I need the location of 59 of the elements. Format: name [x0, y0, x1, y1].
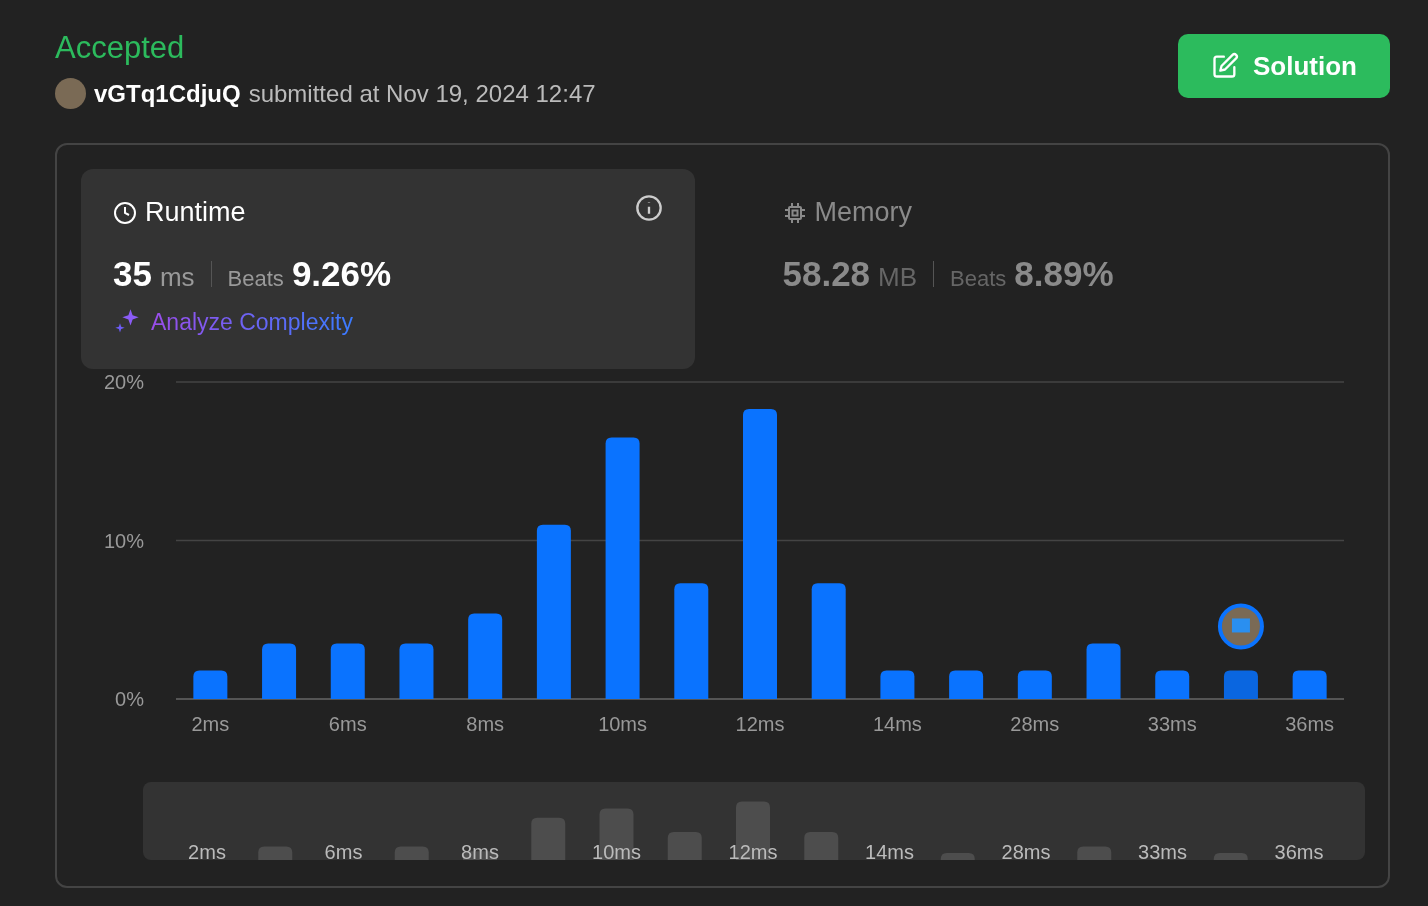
axis-label: 20%	[103, 371, 144, 393]
bar[interactable]	[811, 583, 846, 699]
axis-label: 36ms	[1285, 713, 1335, 735]
beats-label: Beats	[950, 266, 1007, 292]
bar[interactable]	[1086, 643, 1121, 699]
bar[interactable]	[1017, 670, 1052, 699]
stat-value: 35	[113, 254, 152, 294]
stat-panel[interactable]: Memory 58.28 MB Beats 8.89%	[750, 169, 1364, 369]
bar[interactable]	[262, 643, 297, 699]
solution-button[interactable]: Solution	[1178, 34, 1390, 98]
panel-title: Memory	[814, 197, 912, 228]
stat-value: 58.28	[782, 254, 871, 294]
username[interactable]: vGTq1CdjuQ	[94, 79, 241, 108]
submitted-text: submitted at Nov 19, 2024 12:47	[248, 79, 596, 108]
axis-label: 2ms	[191, 713, 230, 735]
axis-label: 10%	[103, 529, 144, 552]
avatar	[55, 78, 86, 109]
axis-label: 0%	[115, 688, 144, 710]
bar[interactable]	[949, 670, 984, 699]
beats-percent: 9.26%	[291, 254, 392, 294]
overview-label: 36ms	[1274, 841, 1324, 860]
bar[interactable]	[399, 643, 434, 699]
axis-label: 28ms	[1010, 713, 1060, 735]
bar[interactable]	[193, 670, 228, 699]
stat-panel[interactable]: Runtime 35 ms Beats 9.26% Analyze Complexity	[81, 169, 695, 369]
edit-icon	[1211, 52, 1239, 80]
panel-title: Runtime	[145, 197, 246, 228]
axis-label: 8ms	[466, 713, 505, 735]
overview-label: 10ms	[592, 841, 641, 860]
beats-label: Beats	[227, 266, 284, 292]
bar[interactable]	[468, 613, 503, 699]
overview-label: 2ms	[188, 841, 226, 860]
clock-icon	[113, 200, 137, 225]
bar[interactable]	[674, 583, 709, 699]
stat-unit: ms	[159, 262, 195, 293]
axis-label: 10ms	[598, 713, 648, 735]
info-icon[interactable]	[634, 194, 663, 222]
overview-label: 12ms	[728, 841, 778, 860]
bar[interactable]	[1155, 670, 1190, 699]
axis-label: 6ms	[328, 713, 367, 735]
bar[interactable]	[536, 524, 571, 699]
bar[interactable]	[1223, 670, 1258, 699]
axis-label: 12ms	[735, 713, 785, 735]
axis-label: 14ms	[872, 713, 922, 735]
bar[interactable]	[1292, 670, 1327, 699]
overview-label: 28ms	[1001, 841, 1051, 860]
avatar-marker	[1217, 603, 1264, 650]
overview-label: 14ms	[865, 841, 914, 860]
beats-percent: 8.89%	[1014, 254, 1114, 294]
overview-label: 8ms	[461, 841, 499, 860]
axis-label: 33ms	[1147, 713, 1197, 735]
bar[interactable]	[605, 437, 640, 699]
stat-unit: MB	[878, 262, 918, 293]
status-text: Accepted	[55, 30, 186, 66]
overview-label: 33ms	[1138, 841, 1187, 860]
bar[interactable]	[880, 670, 915, 699]
overview-label: 6ms	[324, 841, 363, 860]
chip-icon	[782, 200, 807, 225]
bar[interactable]	[330, 643, 365, 699]
